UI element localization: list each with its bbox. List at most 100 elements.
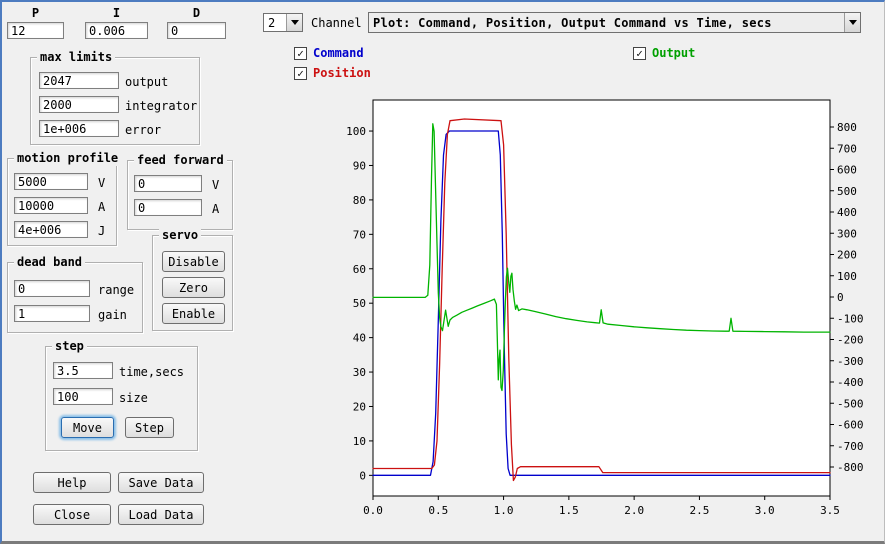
max-integrator-label: integrator (125, 99, 197, 113)
svg-text:10: 10 (353, 435, 366, 448)
plot-dropdown-button[interactable] (844, 13, 860, 32)
svg-text:400: 400 (837, 206, 857, 219)
step-time-input[interactable] (53, 362, 113, 379)
d-label: D (167, 6, 226, 20)
i-input[interactable] (85, 22, 148, 39)
app-window: { "pid": { "p": {"label": "P", "value": … (0, 0, 885, 544)
svg-text:40: 40 (353, 332, 366, 345)
step-button[interactable]: Step (125, 417, 174, 438)
svg-text:100: 100 (346, 125, 366, 138)
load-data-button[interactable]: Load Data (118, 504, 204, 525)
svg-text:20: 20 (353, 400, 366, 413)
max-output-input[interactable] (39, 72, 119, 89)
profile-velocity-input[interactable] (14, 173, 88, 190)
profile-accel-input[interactable] (14, 197, 88, 214)
ff-accel-input[interactable] (134, 199, 202, 216)
svg-text:600: 600 (837, 164, 857, 177)
svg-text:70: 70 (353, 228, 366, 241)
deadband-gain-input[interactable] (14, 305, 90, 322)
servo-group: servo Disable Zero Enable (152, 235, 233, 331)
servo-disable-button[interactable]: Disable (162, 251, 225, 272)
command-checkbox-label: Command (313, 46, 364, 60)
servo-enable-button[interactable]: Enable (162, 303, 225, 324)
max-limits-group: max limits output integrator error (30, 57, 200, 145)
output-checkbox-label: Output (652, 46, 695, 60)
step-time-label: time,secs (119, 365, 184, 379)
profile-accel-label: A (98, 200, 105, 214)
max-output-label: output (125, 75, 168, 89)
help-button[interactable]: Help (33, 472, 111, 493)
move-button[interactable]: Move (61, 417, 114, 438)
svg-text:-700: -700 (837, 440, 864, 453)
dead-band-title: dead band (14, 255, 85, 270)
motion-profile-group: motion profile V A J (7, 158, 117, 246)
svg-text:-200: -200 (837, 334, 864, 347)
svg-text:30: 30 (353, 366, 366, 379)
feed-forward-group: feed forward V A (127, 160, 233, 230)
svg-text:500: 500 (837, 185, 857, 198)
svg-text:100: 100 (837, 270, 857, 283)
dead-band-group: dead band range gain (7, 262, 143, 333)
step-group: step time,secs size Move Step (45, 346, 198, 451)
d-input[interactable] (167, 22, 226, 39)
channel-label: Channel (311, 16, 362, 30)
svg-text:300: 300 (837, 227, 857, 240)
svg-text:2.0: 2.0 (624, 504, 644, 517)
svg-text:60: 60 (353, 263, 366, 276)
svg-text:200: 200 (837, 249, 857, 262)
step-title: step (52, 339, 87, 354)
channel-dropdown-button[interactable] (286, 14, 302, 31)
check-icon: ✓ (297, 48, 304, 59)
step-size-label: size (119, 391, 148, 405)
max-limits-title: max limits (37, 50, 115, 65)
svg-text:80: 80 (353, 194, 366, 207)
output-checkbox[interactable]: ✓ (633, 47, 646, 60)
check-icon: ✓ (297, 68, 304, 79)
plot-select[interactable]: Plot: Command, Position, Output Command … (368, 12, 861, 33)
max-error-label: error (125, 123, 161, 137)
step-size-input[interactable] (53, 388, 113, 405)
svg-text:-600: -600 (837, 419, 864, 432)
ff-velocity-input[interactable] (134, 175, 202, 192)
chevron-down-icon (849, 20, 857, 25)
max-integrator-input[interactable] (39, 96, 119, 113)
p-input[interactable] (7, 22, 64, 39)
deadband-gain-label: gain (98, 308, 127, 322)
svg-text:0.5: 0.5 (428, 504, 448, 517)
command-legend-row: ✓ Command (294, 46, 364, 60)
svg-text:-100: -100 (837, 312, 864, 325)
max-error-input[interactable] (39, 120, 119, 137)
svg-text:2.5: 2.5 (689, 504, 709, 517)
svg-text:-500: -500 (837, 397, 864, 410)
command-checkbox[interactable]: ✓ (294, 47, 307, 60)
deadband-range-label: range (98, 283, 134, 297)
svg-text:-300: -300 (837, 355, 864, 368)
svg-text:800: 800 (837, 121, 857, 134)
svg-text:0.0: 0.0 (363, 504, 383, 517)
profile-jerk-label: J (98, 224, 105, 238)
channel-select[interactable]: 2 (263, 13, 303, 32)
position-checkbox[interactable]: ✓ (294, 67, 307, 80)
svg-text:90: 90 (353, 159, 366, 172)
save-data-button[interactable]: Save Data (118, 472, 204, 493)
svg-text:3.5: 3.5 (820, 504, 840, 517)
i-label: I (85, 6, 148, 20)
check-icon: ✓ (636, 48, 643, 59)
svg-text:3.0: 3.0 (755, 504, 775, 517)
profile-jerk-input[interactable] (14, 221, 88, 238)
channel-value: 2 (264, 14, 286, 31)
chevron-down-icon (291, 20, 299, 25)
profile-velocity-label: V (98, 176, 105, 190)
ff-velocity-label: V (212, 178, 219, 192)
deadband-range-input[interactable] (14, 280, 90, 297)
feed-forward-title: feed forward (134, 153, 227, 168)
ff-accel-label: A (212, 202, 219, 216)
servo-zero-button[interactable]: Zero (162, 277, 225, 298)
motion-profile-title: motion profile (14, 151, 121, 166)
svg-text:1.5: 1.5 (559, 504, 579, 517)
svg-text:-800: -800 (837, 461, 864, 474)
svg-text:0: 0 (837, 291, 844, 304)
svg-text:700: 700 (837, 142, 857, 155)
svg-text:50: 50 (353, 297, 366, 310)
close-button[interactable]: Close (33, 504, 111, 525)
